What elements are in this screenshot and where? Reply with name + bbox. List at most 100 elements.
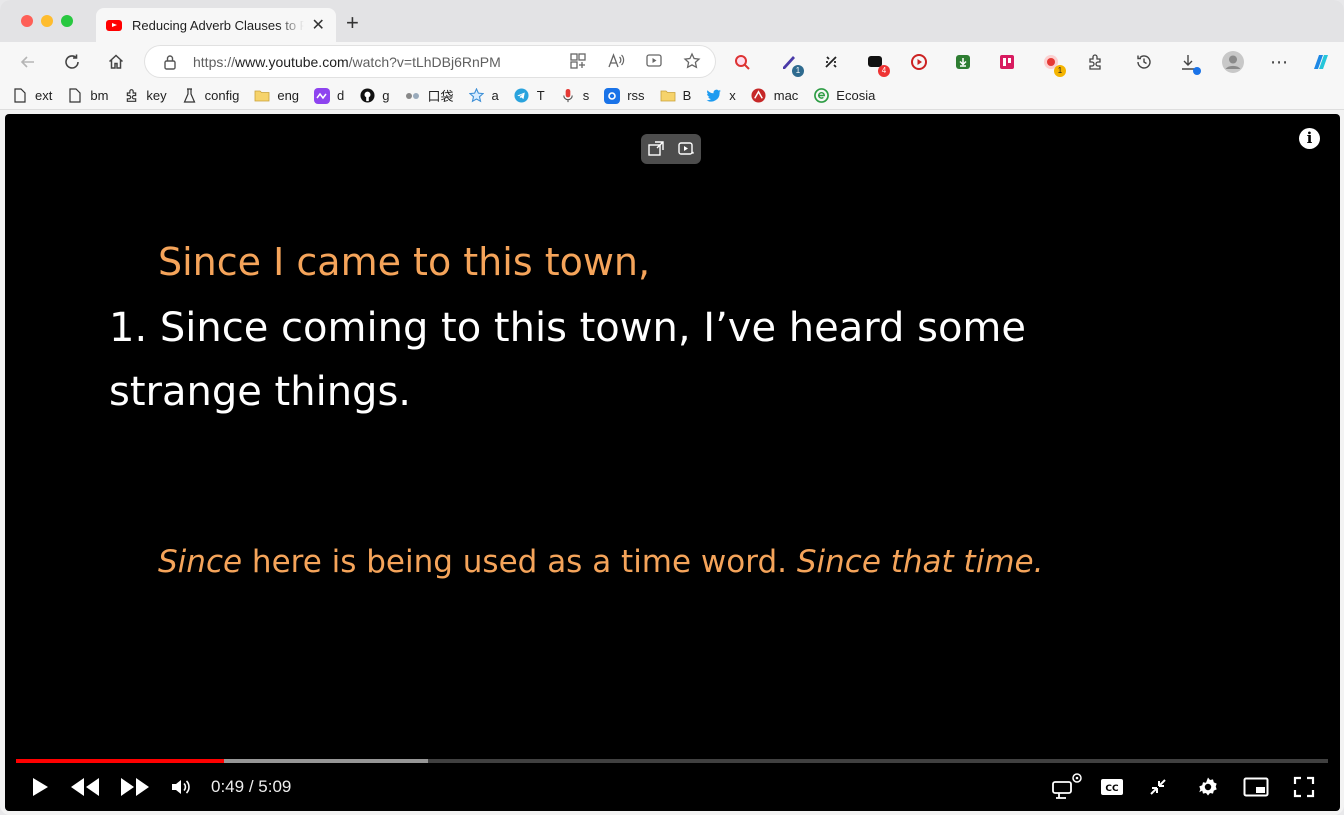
play-button[interactable] xyxy=(29,773,51,801)
fast-forward-icon xyxy=(121,778,149,796)
downloads-icon[interactable] xyxy=(1177,51,1201,75)
minimize-window-button[interactable] xyxy=(41,15,53,27)
history-icon[interactable] xyxy=(1133,51,1155,73)
browser-window: Reducing Adverb Clauses to Phrases ✕ + h… xyxy=(0,0,1344,815)
exit-popout-icon[interactable] xyxy=(647,140,665,158)
sparkle-ext-icon[interactable] xyxy=(820,51,842,73)
telegram-icon xyxy=(514,88,530,104)
volume-button[interactable] xyxy=(169,773,193,801)
folder-icon xyxy=(660,88,676,104)
download-helper-ext-icon[interactable] xyxy=(952,51,974,73)
chat-ext-icon[interactable]: 4 xyxy=(864,51,890,77)
puzzle-icon xyxy=(123,88,139,104)
time-display: 0:49 / 5:09 xyxy=(211,777,291,797)
url-path: /watch?v=tLhDBj6RnPM xyxy=(348,53,501,70)
media-ext-icon[interactable] xyxy=(908,51,930,73)
folder-icon xyxy=(254,88,270,104)
bookmark-pocket[interactable]: 口袋 xyxy=(405,86,454,105)
bookmark-d[interactable]: d xyxy=(314,87,345,104)
tab-active[interactable]: Reducing Adverb Clauses to Phrases ✕ xyxy=(96,8,336,42)
reload-button[interactable] xyxy=(60,50,84,74)
gear-icon xyxy=(1199,777,1217,796)
read-aloud-icon[interactable] xyxy=(607,52,625,70)
bookmark-x[interactable]: x xyxy=(706,88,736,104)
rewind-icon xyxy=(71,778,99,796)
bookmark-eng[interactable]: eng xyxy=(254,88,299,104)
address-bar[interactable]: https://www.youtube.com/watch?v=tLhDBj6R… xyxy=(145,46,715,77)
slide-line-4-italic-b: Since that time. xyxy=(796,544,1044,580)
home-icon xyxy=(108,54,124,69)
url-host: www.youtube.com xyxy=(235,53,349,70)
bookmark-label: g xyxy=(382,88,390,103)
rewind-button[interactable] xyxy=(69,773,101,801)
search-lens-ext-icon[interactable] xyxy=(731,51,753,73)
fullscreen-button[interactable] xyxy=(1292,773,1316,801)
twitter-icon xyxy=(706,88,722,104)
app-available-icon[interactable] xyxy=(569,52,587,70)
github-icon xyxy=(359,88,375,104)
miniplayer-button[interactable] xyxy=(1242,773,1270,801)
pocket-icon xyxy=(405,88,421,104)
bookmark-a[interactable]: a xyxy=(469,88,499,104)
bookmark-b[interactable]: B xyxy=(660,88,691,104)
miniplayer-icon xyxy=(1243,777,1269,797)
notes-ext-badge: 1 xyxy=(792,65,804,77)
captions-button[interactable]: CC xyxy=(1099,773,1125,801)
downloads-badge xyxy=(1193,67,1201,75)
settings-button[interactable] xyxy=(1196,773,1220,801)
bookmark-bm[interactable]: bm xyxy=(67,88,108,104)
bookmark-config[interactable]: config xyxy=(182,88,240,104)
record-ext-icon[interactable]: 1 xyxy=(1040,51,1066,77)
star-icon xyxy=(469,88,485,104)
more-menu-icon[interactable]: ⋯ xyxy=(1268,51,1290,73)
maximize-window-button[interactable] xyxy=(61,15,73,27)
bookmark-label: mac xyxy=(773,88,799,103)
url-prefix: https:// xyxy=(193,53,236,70)
new-tab-button[interactable]: + xyxy=(346,12,359,34)
copilot-icon[interactable] xyxy=(1310,51,1332,73)
bookmark-mac[interactable]: mac xyxy=(751,88,799,104)
bookmark-s[interactable]: s xyxy=(560,88,589,104)
video-player[interactable]: i Since I came to this town, 1. Since co… xyxy=(5,114,1340,811)
progress-bar[interactable] xyxy=(16,759,1328,763)
bookmark-label: 口袋 xyxy=(427,89,454,104)
fast-forward-button[interactable] xyxy=(119,773,151,801)
bookmark-t[interactable]: T xyxy=(514,88,545,104)
bookmark-ext[interactable]: ext xyxy=(12,88,52,104)
bookmark-label: d xyxy=(337,88,345,103)
close-window-button[interactable] xyxy=(21,15,33,27)
extensions-puzzle-icon[interactable] xyxy=(1084,51,1106,73)
video-enhance-icon[interactable] xyxy=(645,52,663,70)
chat-ext-badge: 4 xyxy=(878,65,890,77)
profile-avatar-icon[interactable] xyxy=(1222,51,1244,73)
bookmark-label: x xyxy=(729,88,736,103)
bookmark-rss[interactable]: rss xyxy=(604,87,645,104)
bookmark-ecosia[interactable]: Ecosia xyxy=(813,88,875,104)
video-enhance-overlay-icon[interactable] xyxy=(677,140,695,158)
slide-line-4: Since here is being used as a time word.… xyxy=(158,544,1043,580)
back-button[interactable] xyxy=(16,50,40,74)
info-button[interactable]: i xyxy=(1299,128,1320,149)
bookmark-label: ext xyxy=(35,88,53,103)
bookmark-g[interactable]: g xyxy=(359,88,390,104)
mac-icon xyxy=(751,88,767,104)
board-ext-icon[interactable] xyxy=(996,51,1018,73)
back-arrow-icon xyxy=(20,56,34,68)
autoplay-gear-icon xyxy=(1052,773,1082,799)
page-icon xyxy=(12,88,28,104)
autoplay-settings-button[interactable] xyxy=(1047,773,1085,801)
bookmark-key[interactable]: key xyxy=(123,88,167,104)
duration: 5:09 xyxy=(258,777,292,796)
purple-app-icon xyxy=(314,87,331,104)
exit-theater-button[interactable] xyxy=(1146,773,1170,801)
bookmark-label: T xyxy=(536,88,545,103)
bookmark-label: config xyxy=(204,88,240,103)
url-text: https://www.youtube.com/watch?v=tLhDBj6R… xyxy=(193,54,501,70)
home-button[interactable] xyxy=(104,50,128,74)
address-bar-actions xyxy=(569,52,701,70)
favorite-star-icon[interactable] xyxy=(683,52,701,70)
bookmark-label: rss xyxy=(627,88,645,103)
tab-close-button[interactable]: ✕ xyxy=(310,15,326,35)
slide-line-4-italic-a: Since xyxy=(158,544,243,580)
notes-ext-icon[interactable]: 1 xyxy=(778,51,804,77)
